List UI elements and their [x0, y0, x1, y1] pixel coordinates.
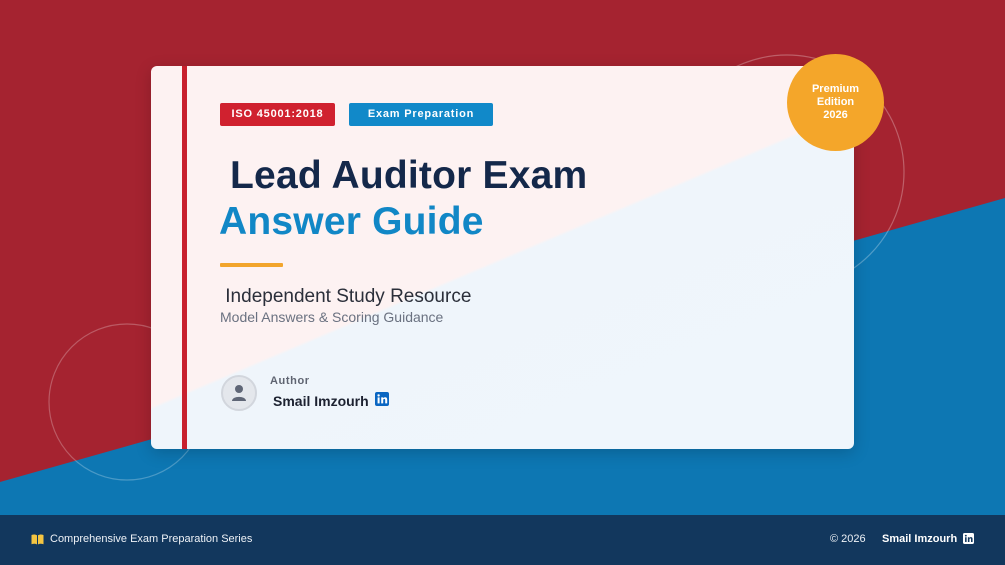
iso-standard-tag: ISO 45001:2018	[220, 103, 335, 126]
title-line-2: Answer Guide	[219, 200, 484, 243]
title-divider	[220, 263, 283, 267]
linkedin-icon[interactable]	[963, 533, 974, 544]
author-avatar	[221, 375, 257, 411]
author-label: Author	[270, 375, 310, 387]
footer-author-name: Smail Imzourh	[882, 533, 958, 545]
premium-edition-badge: Premium Edition 2026	[787, 54, 884, 151]
badge-line-3: 2026	[823, 109, 848, 121]
description: Model Answers & Scoring Guidance	[220, 309, 444, 325]
linkedin-icon[interactable]	[375, 392, 389, 406]
footer-bar: Comprehensive Exam Preparation Series © …	[0, 515, 1005, 565]
exam-preparation-tag: Exam Preparation	[349, 103, 493, 126]
user-icon	[232, 385, 246, 401]
footer-series: Comprehensive Exam Preparation Series	[50, 533, 253, 545]
cover-card: ISO 45001:2018 Exam Preparation Lead Aud…	[151, 66, 854, 449]
book-icon	[31, 534, 44, 545]
badge-line-2: Edition	[816, 96, 855, 108]
footer-copyright: © 2026	[830, 533, 866, 545]
subtitle: Independent Study Resource	[220, 286, 472, 307]
title-line-1: Lead Auditor Exam	[219, 154, 588, 197]
badge-line-1: Premium	[811, 83, 860, 95]
card-accent-bar	[182, 66, 187, 449]
author-name: Smail Imzourh	[273, 393, 369, 409]
